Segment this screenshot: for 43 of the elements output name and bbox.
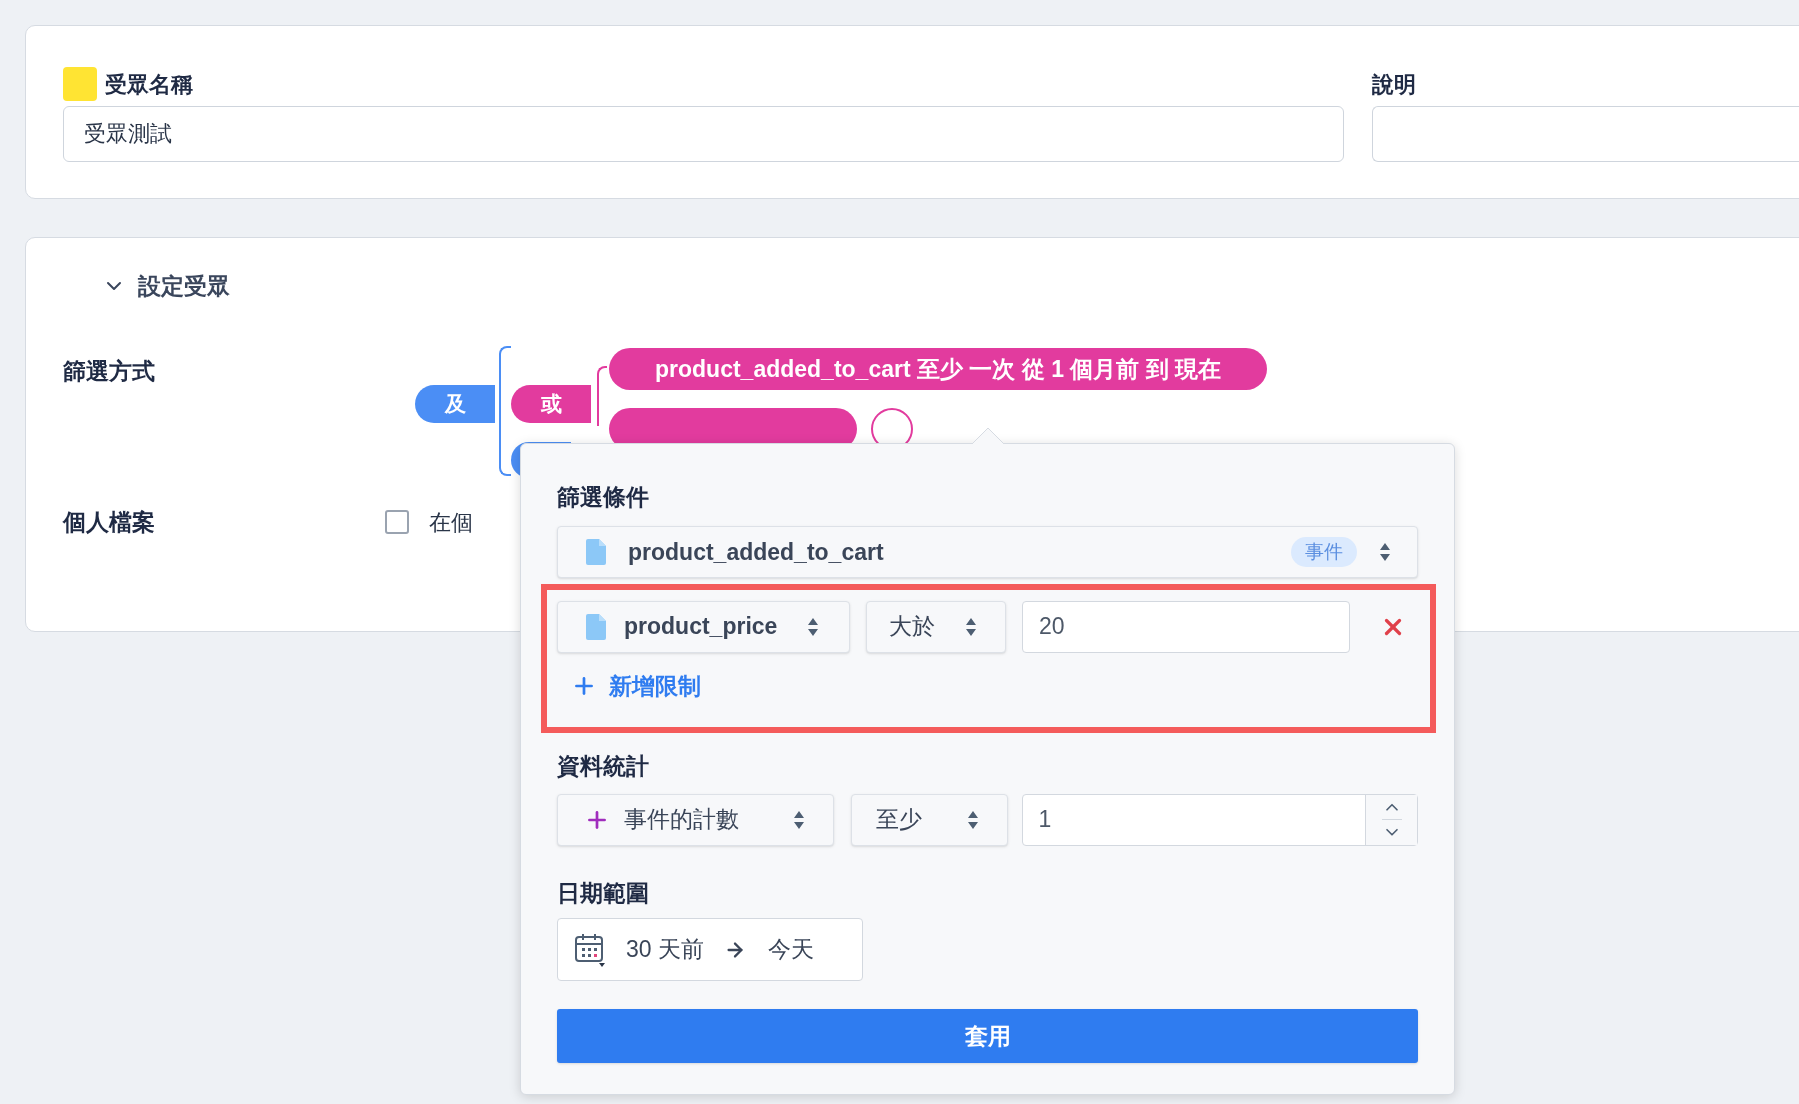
operator-text: 大於	[889, 612, 936, 642]
row-label: 個人檔案	[63, 508, 156, 537]
condition-pill[interactable]: product_added_to_cart 至少 一次 從 1 個月前 到 現在	[609, 348, 1268, 390]
sort-icon	[965, 616, 977, 637]
operator-text: 至少	[875, 805, 923, 835]
measure-select[interactable]: 事件的計數	[557, 793, 834, 846]
event-name: product_added_to_cart	[628, 537, 885, 567]
event-tag: 事件	[1291, 537, 1357, 567]
section-title: 篩選條件	[557, 483, 650, 512]
number-field[interactable]: 1	[1021, 793, 1418, 846]
description-field[interactable]	[1372, 106, 1799, 162]
event-select[interactable]: product_added_to_cart 事件	[557, 526, 1418, 578]
apply-button[interactable]: 套用	[557, 1009, 1418, 1063]
date-range-field[interactable]: 30 天前 今天	[557, 918, 863, 981]
date-to: 今天	[768, 935, 814, 965]
field-label: 受眾名稱	[105, 70, 193, 99]
property-name: product_price	[624, 612, 779, 642]
section-title: 資料統計	[557, 752, 650, 781]
sort-icon	[966, 809, 979, 830]
measure-text: 事件的計數	[624, 805, 740, 835]
or-pill[interactable]: 或	[511, 385, 591, 423]
checkbox-label: 在個	[429, 508, 473, 537]
calendar-icon	[574, 931, 606, 968]
sort-icon	[807, 616, 819, 637]
name-field[interactable]: 受眾測試	[63, 106, 1344, 162]
field-label: 說明	[1372, 70, 1416, 99]
operator-select[interactable]: 大於	[866, 600, 1006, 653]
operator-select[interactable]: 至少	[850, 793, 1008, 846]
document-icon	[586, 539, 606, 565]
sort-icon	[1379, 542, 1391, 562]
checkbox[interactable]	[385, 510, 409, 535]
number-value: 1	[1037, 805, 1053, 835]
section-toggle[interactable]: 設定受眾	[102, 266, 230, 306]
bracket-line	[597, 366, 607, 426]
color-swatch[interactable]	[63, 67, 97, 101]
add-restriction-button[interactable]: 新增限制	[571, 669, 701, 704]
sort-icon	[792, 809, 805, 830]
property-select[interactable]: product_price	[557, 600, 850, 653]
date-from: 30 天前	[626, 935, 704, 965]
document-icon	[586, 613, 606, 640]
section-title: 日期範圍	[557, 879, 650, 908]
row-label: 篩選方式	[63, 357, 156, 386]
value-field[interactable]: 20	[1022, 600, 1350, 653]
